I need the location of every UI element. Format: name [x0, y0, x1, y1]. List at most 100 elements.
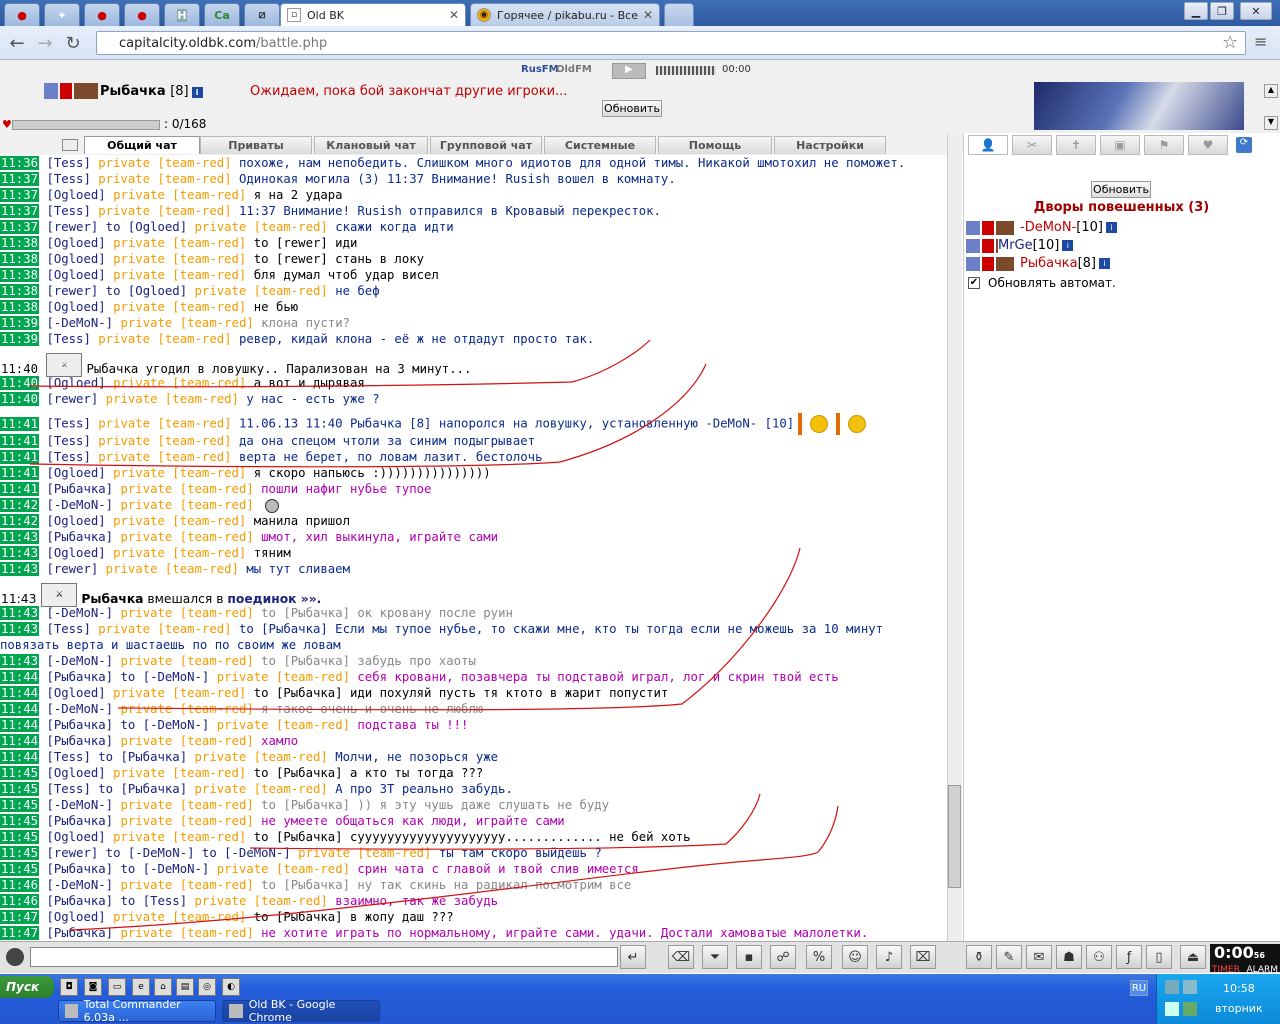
chat-private-tag[interactable]: private [team-red] [217, 718, 350, 732]
chat-private-tag[interactable]: private [team-red] [98, 622, 231, 636]
start-button[interactable]: Пуск [0, 976, 54, 998]
chat-nick[interactable]: [Рыбачка] [46, 926, 113, 940]
chat-time[interactable]: 11:39 [0, 332, 40, 346]
auto-refresh-checkbox[interactable]: ✔ [968, 277, 980, 289]
chat-private-tag[interactable]: private [team-red] [120, 798, 253, 812]
tab-icon-6[interactable]: ♥ [1188, 135, 1228, 155]
tab-icon-4[interactable]: ▣ [1100, 135, 1140, 155]
chat-scrollbar-thumb[interactable] [948, 785, 961, 888]
window-close-button[interactable]: ✕ [1240, 2, 1272, 20]
chat-nick[interactable]: [Tess] [46, 172, 90, 186]
close-icon[interactable]: ✕ [449, 8, 459, 22]
chat-nick[interactable]: [-DeMoN-] [46, 654, 113, 668]
chat-private-tag[interactable]: private [team-red] [98, 450, 231, 464]
chat-nick[interactable]: [Tess] [46, 417, 90, 431]
chat-time[interactable]: 11:43 [0, 530, 40, 544]
volume-slider[interactable] [656, 66, 716, 75]
exit-icon[interactable]: ⏏ [1180, 945, 1206, 969]
chat-time[interactable]: 11:42 [0, 514, 40, 528]
chat-private-tag[interactable]: private [team-red] [195, 220, 328, 234]
pinned-tab-4[interactable]: ● [124, 3, 160, 26]
chat-time[interactable]: 11:40 [0, 376, 40, 390]
chat-private-tag[interactable]: private [team-red] [195, 750, 328, 764]
chat-time[interactable]: 11:44 [0, 750, 40, 764]
tape-icon[interactable]: ⌧ [910, 945, 936, 969]
tab-settings[interactable]: Настройки [774, 136, 886, 154]
chat-private-tag[interactable]: private [team-red] [98, 156, 231, 170]
walk-icon[interactable]: ☍ [770, 945, 796, 969]
chat-nick[interactable]: [Tess] [46, 782, 90, 796]
chat-nick[interactable]: [-DeMoN-] [46, 498, 113, 512]
member-name[interactable]: -DeMoN- [1020, 220, 1076, 235]
scroll-icon[interactable]: ✎ [996, 945, 1022, 969]
minimize-button[interactable]: ▁ [1184, 2, 1208, 20]
chat-time[interactable]: 11:37 [0, 204, 40, 218]
chat-nick[interactable]: [Tess] [46, 156, 90, 170]
system-player[interactable]: Рыбачка [81, 592, 143, 606]
chat-to[interactable]: to [Ogloed] [106, 284, 187, 298]
member-row[interactable]: -DeMoN- [10] i [966, 220, 1117, 235]
filter-icon[interactable]: ⏷ [702, 945, 728, 969]
chat-private-tag[interactable]: private [team-red] [98, 172, 231, 186]
chat-private-tag[interactable]: private [team-red] [298, 846, 431, 860]
chat-nick[interactable]: [Ogloed] [46, 300, 105, 314]
back-icon[interactable]: ← [6, 32, 28, 54]
chat-time[interactable]: 11:45 [0, 830, 40, 844]
chat-private-tag[interactable]: private [team-red] [98, 204, 231, 218]
chat-private-tag[interactable]: private [team-red] [120, 530, 253, 544]
chat-private-tag[interactable]: private [team-red] [120, 814, 253, 828]
chat-private-tag[interactable]: private [team-red] [98, 434, 231, 448]
task-chrome[interactable]: Old BK - Google Chrome [222, 998, 380, 1024]
chat-time[interactable]: 11:37 [0, 172, 40, 186]
chat-private-tag[interactable]: private [team-red] [120, 482, 253, 496]
chat-private-tag[interactable]: private [team-red] [120, 498, 253, 512]
sound-icon[interactable]: ♪ [876, 945, 902, 969]
chat-nick[interactable]: [rewer] [46, 392, 98, 406]
tab-system[interactable]: Системные [544, 136, 656, 154]
tab-pikabu[interactable]: ◉ Горячее / pikabu.ru - Все ✕ [470, 3, 660, 26]
chat-nick[interactable]: [Tess] [46, 204, 90, 218]
chat-time[interactable]: 11:38 [0, 236, 40, 250]
chat-time[interactable]: 11:45 [0, 766, 40, 780]
mask-icon[interactable]: ☗ [1056, 945, 1082, 969]
eraser-icon[interactable]: ⌫ [668, 945, 694, 969]
language-indicator[interactable]: RU [1130, 980, 1148, 996]
radio-oldfm[interactable]: OldFM [556, 64, 592, 75]
chat-private-tag[interactable]: private [team-red] [113, 300, 246, 314]
chat-nick[interactable]: [-DeMoN-] [46, 606, 113, 620]
chat-private-tag[interactable]: private [team-red] [113, 188, 246, 202]
chat-time[interactable]: 11:38 [0, 284, 40, 298]
chat-nick[interactable]: [-DeMoN-] [46, 702, 113, 716]
folder-icon[interactable]: ▭ [108, 978, 126, 996]
send-icon[interactable]: ↵ [620, 945, 646, 969]
timer-widget[interactable]: 0:0056 TIMER ALARM [1210, 944, 1280, 975]
chat-time[interactable]: 11:44 [0, 686, 40, 700]
tab-clan-chat[interactable]: Клановый чат [314, 136, 428, 154]
chat-to[interactable]: to [Tess] [120, 894, 187, 908]
chat-nick[interactable]: [rewer] [46, 220, 98, 234]
tab-old-bk[interactable]: ▫ Old BK ✕ [280, 3, 466, 26]
f-icon[interactable]: ƒ [1116, 945, 1142, 969]
tab-general-chat[interactable]: Общий чат [84, 136, 200, 154]
chat-nick[interactable]: [Ogloed] [46, 188, 105, 202]
chat-time[interactable]: 11:44 [0, 718, 40, 732]
reload-icon[interactable]: ↻ [62, 32, 84, 54]
network-tray-icon[interactable] [1183, 980, 1197, 994]
chat-time[interactable]: 11:47 [0, 926, 40, 940]
chat-time[interactable]: 11:41 [0, 466, 40, 480]
chat-private-tag[interactable]: private [team-red] [120, 878, 253, 892]
save-icon[interactable]: ▪ [736, 945, 762, 969]
chat-time[interactable]: 11:41 [0, 416, 40, 431]
chat-time[interactable]: 11:44 [0, 670, 40, 684]
quicklaunch-icon[interactable]: ◙ [84, 978, 102, 996]
tab-icon-5[interactable]: ⚑ [1144, 135, 1184, 155]
smile-icon[interactable]: ☺ [842, 945, 868, 969]
chat-bubble-icon[interactable] [62, 139, 78, 151]
tray-icon[interactable] [1183, 1002, 1197, 1016]
ie-icon[interactable]: e [132, 978, 150, 996]
chat-nick[interactable]: [Tess] [46, 622, 90, 636]
chat-private-tag[interactable]: private [team-red] [113, 910, 246, 924]
chat-time[interactable]: 11:43 [0, 622, 40, 636]
panel-refresh-button[interactable]: Обновить [1091, 181, 1151, 198]
chat-time[interactable]: 11:44 [0, 702, 40, 716]
